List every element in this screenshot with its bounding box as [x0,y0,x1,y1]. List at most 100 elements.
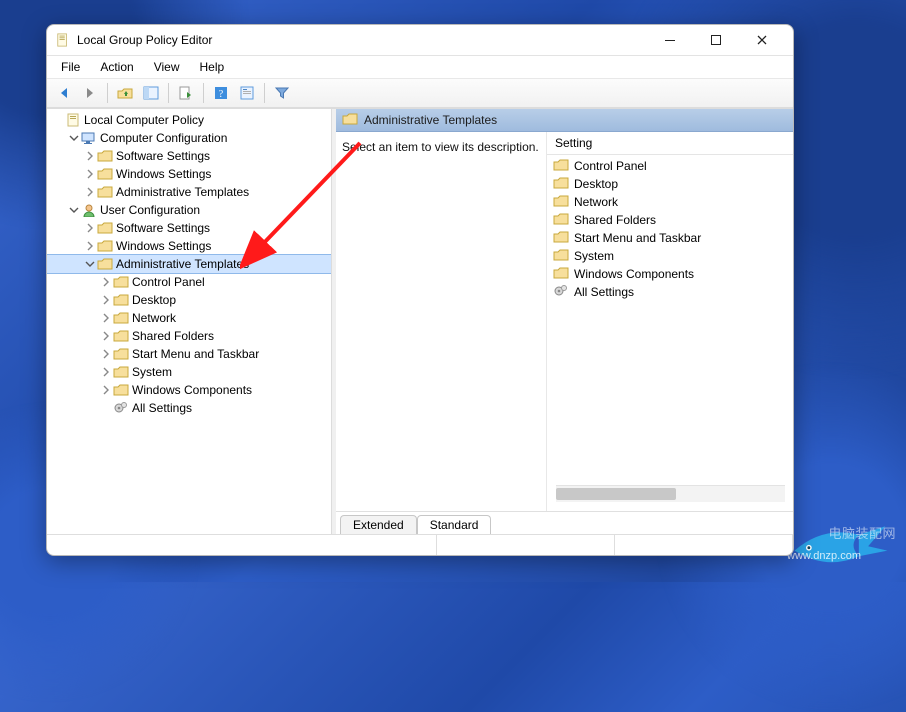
details-header: Administrative Templates [336,109,793,132]
export-list-button[interactable] [174,81,198,105]
tree-label: Control Panel [132,275,205,289]
horizontal-scrollbar[interactable] [556,485,785,502]
titlebar[interactable]: Local Group Policy Editor [47,25,793,56]
list-item-label: Desktop [574,177,618,191]
menu-file[interactable]: File [51,58,90,76]
folder-icon [553,266,569,283]
tree-admin-desktop[interactable]: Desktop [47,291,331,309]
folder-icon [97,256,113,272]
chevron-down-icon[interactable] [67,133,81,143]
list-item[interactable]: All Settings [547,283,793,301]
menu-view[interactable]: View [144,58,190,76]
watermark-text-2: www.dnzp.com [787,550,861,562]
folder-icon [553,212,569,229]
list-item-label: Control Panel [574,159,647,173]
toolbar-separator [264,83,265,103]
tree-root[interactable]: ·Local Computer Policy [47,111,331,129]
column-header-setting[interactable]: Setting [547,132,793,155]
properties-button[interactable] [235,81,259,105]
tree-admin-system[interactable]: System [47,363,331,381]
tree-cc-windows-settings[interactable]: Windows Settings [47,165,331,183]
folder-icon [113,382,129,398]
minimize-button[interactable] [647,25,693,55]
menu-help[interactable]: Help [190,58,235,76]
tree-admin-control-panel[interactable]: Control Panel [47,273,331,291]
details-pane: Administrative Templates Select an item … [336,109,793,534]
chevron-right-icon[interactable] [99,349,113,359]
tree-admin-shared-folders[interactable]: Shared Folders [47,327,331,345]
list-item-label: All Settings [574,285,634,299]
tree-label: Start Menu and Taskbar [132,347,259,361]
chevron-right-icon[interactable] [83,151,97,161]
list-item-label: System [574,249,614,263]
tree-cc-software-settings[interactable]: Software Settings [47,147,331,165]
tree-admin-windows-components[interactable]: Windows Components [47,381,331,399]
maximize-button[interactable] [693,25,739,55]
gears-icon [553,284,569,301]
tree-cc-administrative-templates[interactable]: Administrative Templates [47,183,331,201]
tree-label: Desktop [132,293,176,307]
tree-label: Administrative Templates [116,257,249,271]
list-item[interactable]: Network [547,193,793,211]
scrollbar-thumb[interactable] [556,488,676,500]
list-item-label: Shared Folders [574,213,656,227]
forward-button[interactable] [78,81,102,105]
tree-user-configuration[interactable]: User Configuration [47,201,331,219]
chevron-right-icon[interactable] [99,385,113,395]
folder-icon [97,184,113,200]
chevron-down-icon[interactable] [67,205,81,215]
list-item[interactable]: Windows Components [547,265,793,283]
list-item-label: Start Menu and Taskbar [574,231,701,245]
folder-icon [97,148,113,164]
chevron-right-icon[interactable] [83,187,97,197]
menu-action[interactable]: Action [90,58,143,76]
computer-icon [81,130,97,146]
tree-admin-network[interactable]: Network [47,309,331,327]
tab-extended[interactable]: Extended [340,515,417,534]
list-item[interactable]: System [547,247,793,265]
list-item[interactable]: Shared Folders [547,211,793,229]
tree-pane[interactable]: ·Local Computer Policy Computer Configur… [47,109,332,534]
tree-label: Administrative Templates [116,185,249,199]
chevron-right-icon[interactable] [99,331,113,341]
view-tabs: Extended Standard [336,511,793,534]
chevron-right-icon[interactable] [99,313,113,323]
chevron-down-icon[interactable] [83,259,97,269]
details-header-title: Administrative Templates [364,113,497,127]
list-item[interactable]: Desktop [547,175,793,193]
list-item[interactable]: Start Menu and Taskbar [547,229,793,247]
chevron-right-icon[interactable] [83,169,97,179]
help-button[interactable]: ? [209,81,233,105]
tree-admin-start-menu-and-taskbar[interactable]: Start Menu and Taskbar [47,345,331,363]
tree-label: Windows Settings [116,239,211,253]
chevron-right-icon[interactable] [99,277,113,287]
back-button[interactable] [52,81,76,105]
chevron-right-icon[interactable] [83,241,97,251]
menubar: File Action View Help [47,56,793,78]
folder-icon [553,194,569,211]
status-cell [437,535,615,555]
tree-admin-all-settings[interactable]: ·All Settings [47,399,331,417]
close-button[interactable] [739,25,785,55]
svg-text:?: ? [219,89,224,100]
filter-button[interactable] [270,81,294,105]
list-item[interactable]: Control Panel [547,157,793,175]
show-hide-tree-button[interactable] [139,81,163,105]
tree-computer-configuration[interactable]: Computer Configuration [47,129,331,147]
folder-icon [113,274,129,290]
tree-uc-software-settings[interactable]: Software Settings [47,219,331,237]
up-one-level-button[interactable] [113,81,137,105]
tree-uc-windows-settings[interactable]: Windows Settings [47,237,331,255]
settings-list: Setting Control Panel Desktop Network Sh… [546,132,793,511]
folder-icon [113,328,129,344]
folder-icon [553,176,569,193]
folder-icon [113,346,129,362]
watermark-text-1: 电脑装配网 [828,523,896,542]
tree-uc-administrative-templates[interactable]: Administrative Templates [47,255,331,273]
chevron-right-icon[interactable] [99,295,113,305]
tab-standard[interactable]: Standard [417,515,492,534]
chevron-right-icon[interactable] [83,223,97,233]
description-column: Select an item to view its description. [336,132,546,511]
folder-icon [342,112,358,129]
chevron-right-icon[interactable] [99,367,113,377]
